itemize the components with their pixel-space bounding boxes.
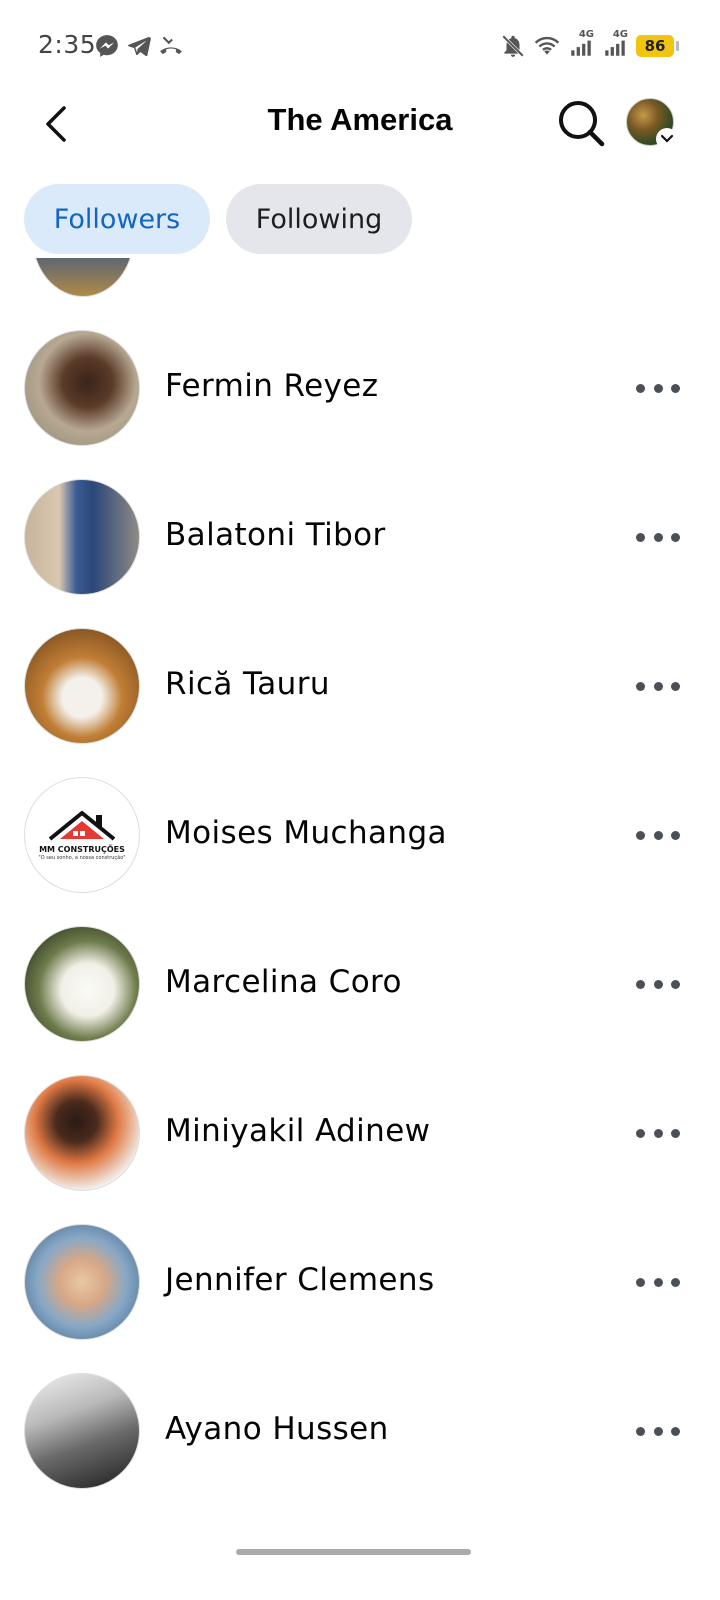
list-item[interactable]: Ayano Hussen [0, 1373, 720, 1522]
status-time: 2:35 [38, 30, 97, 59]
logo-name: MM CONSTRUÇÕES [39, 845, 125, 854]
battery-level: 86 [644, 37, 666, 55]
signal-4g-icon: 4G [602, 29, 628, 59]
follower-name[interactable]: Balatoni Tibor [165, 517, 386, 553]
more-options-button[interactable] [636, 1121, 680, 1145]
avatar [24, 1224, 140, 1340]
more-options-button[interactable] [636, 1270, 680, 1294]
status-left-icons [94, 33, 184, 59]
page-title: The America [267, 102, 453, 137]
tab-bar: Followers Following [24, 184, 412, 254]
follower-name[interactable]: Ayano Hussen [165, 1411, 389, 1447]
follower-name[interactable]: Moises Muchanga [165, 815, 447, 851]
signal-4g-icon: 4G [568, 29, 594, 59]
telegram-icon [126, 33, 152, 59]
company-logo: MM CONSTRUÇÕES "O seu sonho, a nossa con… [25, 778, 139, 892]
list-item[interactable]: Balatoni Tibor [0, 479, 720, 628]
avatar [24, 926, 140, 1042]
more-options-button[interactable] [636, 1419, 680, 1443]
follower-name[interactable]: Rică Tauru [165, 666, 330, 702]
logo-tagline: "O seu sonho, a nossa construção" [38, 855, 126, 861]
avatar [24, 479, 140, 595]
gesture-navigation-bar[interactable] [236, 1549, 471, 1555]
network-label: 4G [612, 29, 628, 40]
avatar [24, 628, 140, 744]
avatar [24, 1373, 140, 1489]
follower-name[interactable]: Miniyakil Adinew [165, 1113, 430, 1149]
list-item[interactable]: Miniyakil Adinew [0, 1075, 720, 1224]
avatar [32, 258, 134, 297]
list-item[interactable]: MM CONSTRUÇÕES "O seu sonho, a nossa con… [0, 777, 720, 926]
more-options-button[interactable] [636, 674, 680, 698]
status-right-icons: 4G 4G 86 [500, 29, 679, 59]
more-options-button[interactable] [636, 376, 680, 400]
battery-icon: 86 [636, 35, 679, 57]
more-options-button[interactable] [636, 972, 680, 996]
followers-list: Fermin Reyez Balatoni Tibor Rică Tauru M… [0, 258, 720, 1548]
follower-name[interactable]: Jennifer Clemens [165, 1262, 435, 1298]
missed-call-icon [158, 33, 184, 59]
avatar [24, 330, 140, 446]
tab-following[interactable]: Following [226, 184, 412, 254]
screen: 2:35 4G 4G 86 The America Followers Foll… [0, 0, 720, 1600]
avatar: MM CONSTRUÇÕES "O seu sonho, a nossa con… [24, 777, 140, 893]
wifi-icon [534, 33, 560, 59]
network-label: 4G [578, 29, 594, 40]
tab-followers[interactable]: Followers [24, 184, 210, 254]
list-item[interactable]: Marcelina Coro [0, 926, 720, 1075]
list-item[interactable]: Jennifer Clemens [0, 1224, 720, 1373]
messenger-icon [94, 33, 120, 59]
list-item-partial[interactable] [0, 258, 720, 326]
notifications-off-icon [500, 33, 526, 59]
more-options-button[interactable] [636, 823, 680, 847]
search-button[interactable] [556, 98, 606, 148]
list-item[interactable]: Fermin Reyez [0, 330, 720, 479]
house-logo-icon [48, 811, 116, 841]
avatar [24, 1075, 140, 1191]
follower-name[interactable]: Fermin Reyez [165, 368, 378, 404]
follower-name[interactable]: Marcelina Coro [165, 964, 402, 1000]
more-options-button[interactable] [636, 525, 680, 549]
status-bar: 2:35 4G 4G 86 [0, 0, 720, 92]
list-item[interactable]: Rică Tauru [0, 628, 720, 777]
profile-switcher-button[interactable] [626, 98, 678, 150]
search-icon [559, 101, 605, 147]
header: The America [0, 92, 720, 156]
chevron-down-icon [656, 128, 678, 150]
